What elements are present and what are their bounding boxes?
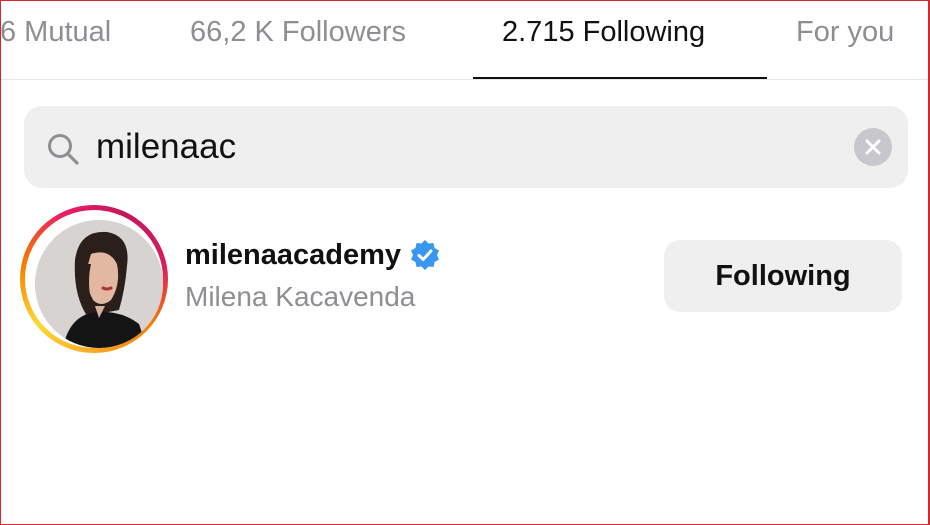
- avatar: [35, 220, 163, 348]
- tab-mutual[interactable]: 6 Mutual: [0, 12, 111, 52]
- full-name: Milena Kacavenda: [185, 281, 416, 312]
- story-ring[interactable]: [20, 205, 168, 353]
- tab-followers[interactable]: 66,2 K Followers: [190, 12, 406, 52]
- clear-icon[interactable]: [854, 128, 892, 166]
- search-bar[interactable]: [24, 106, 908, 188]
- active-tab-indicator: [473, 77, 767, 79]
- verified-badge-icon: [409, 239, 441, 271]
- search-icon: [46, 132, 80, 166]
- username[interactable]: milenaacademy: [185, 239, 401, 272]
- list-item[interactable]: milenaacademy Milena Kacavenda Following: [0, 195, 930, 360]
- following-button[interactable]: Following: [664, 240, 902, 312]
- tab-bar: 6 Mutual 66,2 K Followers 2.715 Followin…: [0, 0, 930, 80]
- tab-for-you[interactable]: For you: [796, 12, 894, 52]
- search-input[interactable]: [96, 124, 836, 170]
- tab-following[interactable]: 2.715 Following: [502, 12, 705, 52]
